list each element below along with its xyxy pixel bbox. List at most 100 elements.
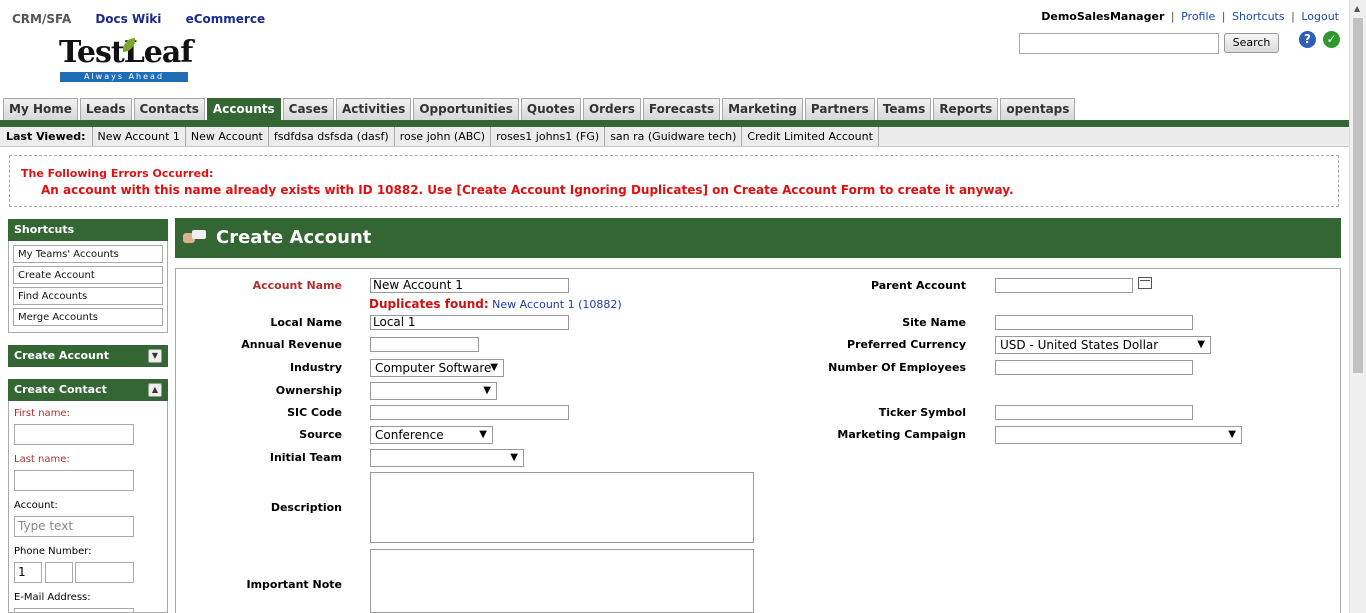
main-tabs: My Home Leads Contacts Accounts Cases Activit…: [3, 98, 1077, 120]
last-viewed-item[interactable]: roses1 johns1 (FG): [491, 127, 606, 146]
tab-reports[interactable]: Reports: [933, 98, 999, 120]
shortcut-create-account[interactable]: Create Account: [13, 266, 163, 284]
annual-revenue-label: Annual Revenue: [241, 338, 342, 351]
dropdown-arrow-icon: ▼: [479, 429, 487, 440]
shortcuts-box: My Teams' Accounts Create Account Find A…: [8, 241, 168, 333]
tab-my-home[interactable]: My Home: [3, 98, 78, 120]
phone-number-input[interactable]: [75, 562, 134, 583]
scroll-up-icon[interactable]: ▲: [1354, 4, 1360, 13]
profile-link[interactable]: Profile: [1181, 10, 1215, 23]
error-heading: The Following Errors Occurred:: [21, 167, 214, 180]
dropdown-arrow-icon: ▼: [1197, 339, 1205, 350]
shortcut-my-teams-accounts[interactable]: My Teams' Accounts: [13, 245, 163, 263]
shortcuts-link[interactable]: Shortcuts: [1232, 10, 1285, 23]
last-name-input[interactable]: [14, 470, 134, 491]
email-label: E-Mail Address:: [14, 592, 91, 603]
dropdown-arrow-icon: ▼: [483, 385, 491, 396]
expand-icon[interactable]: ▼: [148, 349, 162, 363]
create-contact-header[interactable]: Create Contact ▲: [8, 379, 168, 401]
error-message: An account with this name already exists…: [41, 183, 1014, 197]
industry-select[interactable]: Computer Software ▼: [370, 359, 504, 377]
sic-code-label: SIC Code: [287, 406, 342, 419]
tab-opentaps[interactable]: opentaps: [1000, 98, 1076, 120]
local-name-label: Local Name: [270, 316, 342, 329]
shortcut-merge-accounts[interactable]: Merge Accounts: [13, 308, 163, 326]
local-name-input[interactable]: Local 1: [370, 315, 569, 330]
handshake-icon: [183, 229, 207, 246]
last-viewed-item[interactable]: New Account 1: [93, 127, 186, 146]
tab-marketing[interactable]: Marketing: [722, 98, 803, 120]
tab-forecasts[interactable]: Forecasts: [642, 98, 721, 120]
help-icon[interactable]: ?: [1299, 31, 1316, 48]
parent-account-label: Parent Account: [870, 279, 966, 292]
last-viewed-item[interactable]: fsdfdsa dsfsda (dasf): [269, 127, 395, 146]
parent-account-input[interactable]: [995, 278, 1133, 293]
site-name-input[interactable]: [995, 315, 1193, 330]
ticker-symbol-label: Ticker Symbol: [878, 406, 966, 419]
last-viewed-item[interactable]: san ra (Guidware tech): [605, 127, 743, 146]
first-name-input[interactable]: [14, 424, 134, 445]
last-viewed-item[interactable]: Credit Limited Account: [742, 127, 879, 146]
last-viewed-item[interactable]: New Account: [186, 127, 269, 146]
ownership-select[interactable]: ▼: [370, 382, 497, 400]
lookup-icon[interactable]: [1138, 277, 1152, 289]
ecommerce-link[interactable]: eCommerce: [186, 12, 266, 26]
tab-partners[interactable]: Partners: [804, 98, 875, 120]
create-account-header-label: Create Account: [14, 349, 109, 362]
scrollbar-thumb[interactable]: [1353, 18, 1363, 373]
tab-orders[interactable]: Orders: [582, 98, 641, 120]
preferred-currency-label: Preferred Currency: [847, 338, 966, 351]
phone-country-input[interactable]: 1: [14, 562, 42, 583]
tab-bar-underline: [0, 120, 1349, 127]
search-button[interactable]: Search: [1224, 33, 1279, 53]
dropdown-arrow-icon: ▼: [1228, 429, 1236, 440]
marketing-campaign-select[interactable]: ▼: [995, 426, 1242, 444]
sic-code-input[interactable]: [370, 405, 569, 420]
ticker-symbol-input[interactable]: [995, 405, 1193, 420]
account-label: Account:: [14, 500, 58, 511]
tab-leads[interactable]: Leads: [79, 98, 132, 120]
search-input[interactable]: [1019, 33, 1219, 54]
initial-team-select[interactable]: ▼: [370, 449, 524, 467]
important-note-textarea[interactable]: [370, 549, 754, 613]
tab-activities[interactable]: Activities: [335, 98, 412, 120]
ownership-label: Ownership: [275, 384, 342, 397]
email-input[interactable]: [14, 608, 134, 613]
tab-quotes[interactable]: Quotes: [520, 98, 581, 120]
num-employees-label: Number Of Employees: [828, 361, 966, 374]
shortcut-find-accounts[interactable]: Find Accounts: [13, 287, 163, 305]
check-icon[interactable]: ✓: [1323, 31, 1340, 48]
description-label: Description: [270, 501, 342, 514]
page-title: Create Account: [216, 227, 372, 248]
collapse-icon[interactable]: ▲: [148, 383, 162, 397]
page: CRM/SFA Docs Wiki eCommerce TestLeaf Alw…: [0, 0, 1349, 613]
vertical-scrollbar[interactable]: ▲: [1349, 0, 1366, 613]
account-name-input[interactable]: New Account 1: [370, 278, 569, 293]
create-account-header[interactable]: Create Account ▼: [8, 345, 168, 367]
source-select[interactable]: Conference ▼: [370, 426, 493, 444]
tab-teams[interactable]: Teams: [876, 98, 932, 120]
preferred-currency-select[interactable]: USD - United States Dollar ▼: [995, 336, 1211, 354]
duplicates-notice: Duplicates found: New Account 1 (10882): [369, 297, 622, 311]
account-input[interactable]: Type text: [14, 516, 134, 537]
last-viewed-item[interactable]: rose john (ABC): [395, 127, 492, 146]
create-contact-form: First name: Last name: Account: Type tex…: [8, 401, 168, 613]
preferred-currency-value: USD - United States Dollar: [1000, 338, 1159, 352]
tab-opportunities[interactable]: Opportunities: [413, 98, 519, 120]
tab-accounts[interactable]: Accounts: [206, 98, 281, 120]
docs-wiki-link[interactable]: Docs Wiki: [95, 12, 161, 26]
description-textarea[interactable]: [370, 472, 754, 543]
tab-contacts[interactable]: Contacts: [133, 98, 205, 120]
num-employees-input[interactable]: [995, 360, 1193, 375]
annual-revenue-input[interactable]: [370, 337, 479, 352]
tab-cases[interactable]: Cases: [282, 98, 334, 120]
account-name-label: Account Name: [252, 279, 342, 292]
crm-sfa-link[interactable]: CRM/SFA: [12, 12, 71, 26]
logout-link[interactable]: Logout: [1301, 10, 1339, 23]
last-viewed-label: Last Viewed:: [0, 127, 93, 146]
last-name-label: Last name:: [14, 454, 70, 465]
duplicate-account-link[interactable]: New Account 1 (10882): [492, 298, 621, 311]
first-name-label: First name:: [14, 408, 70, 419]
phone-area-input[interactable]: [45, 562, 73, 583]
create-contact-header-label: Create Contact: [14, 383, 107, 396]
